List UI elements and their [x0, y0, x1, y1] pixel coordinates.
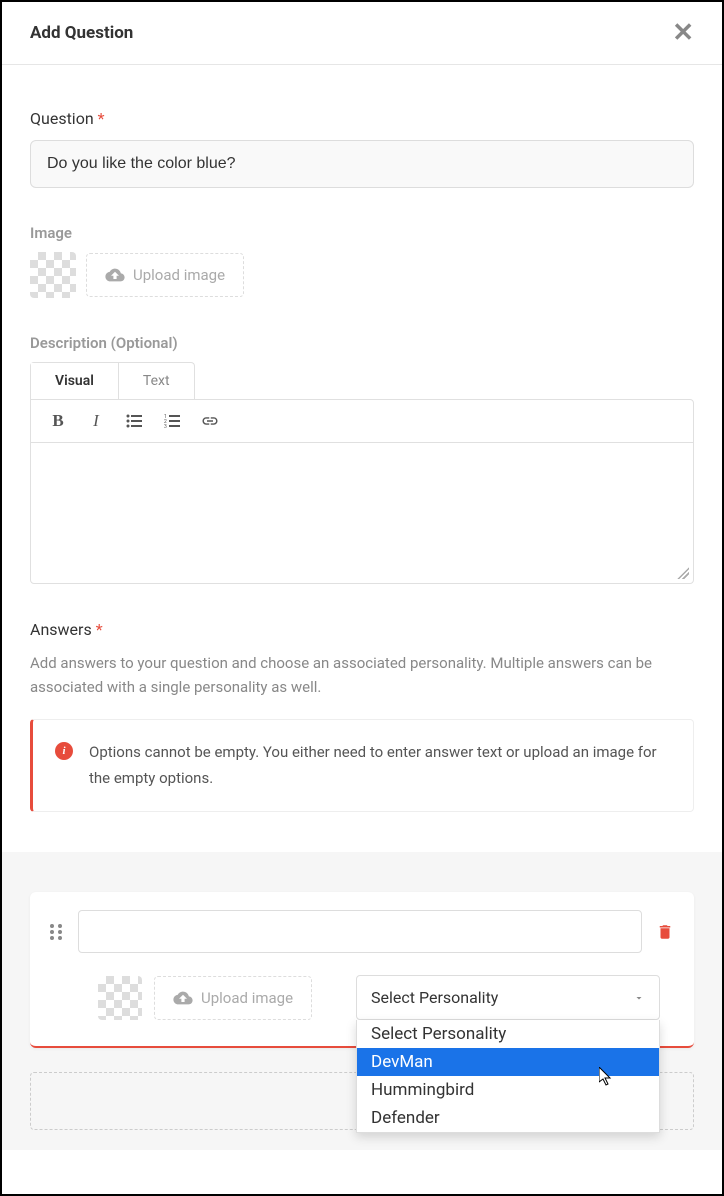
dropdown-option-placeholder[interactable]: Select Personality — [357, 1020, 659, 1048]
svg-text:3: 3 — [164, 424, 167, 429]
answer-image-thumbnail[interactable] — [98, 976, 142, 1020]
answer-bottom-row: Upload image Select Personality Select P… — [50, 975, 674, 1020]
resize-handle[interactable] — [677, 567, 689, 579]
answers-label: Answers * — [30, 620, 694, 639]
cloud-upload-icon — [173, 990, 193, 1006]
numbered-list-icon: 123 — [164, 413, 180, 429]
tab-text[interactable]: Text — [119, 363, 194, 399]
error-text: Options cannot be empty. You either need… — [89, 740, 671, 791]
upload-image-button[interactable]: Upload image — [86, 253, 244, 297]
answer-card: Upload image Select Personality Select P… — [30, 892, 694, 1048]
image-upload-row: Upload image — [30, 252, 694, 298]
error-alert: i Options cannot be empty. You either ne… — [30, 719, 694, 812]
chevron-down-icon — [633, 992, 645, 1004]
personality-select[interactable]: Select Personality — [356, 975, 660, 1020]
link-icon — [201, 412, 219, 430]
personality-dropdown: Select Personality DevMan Hummingbird De… — [356, 1020, 660, 1133]
dropdown-option-defender[interactable]: Defender — [357, 1104, 659, 1132]
tab-visual[interactable]: Visual — [31, 363, 119, 399]
required-indicator: * — [96, 620, 103, 639]
question-label: Question * — [30, 109, 694, 128]
info-icon: i — [55, 742, 73, 760]
image-label: Image — [30, 224, 694, 242]
bullet-list-icon — [126, 413, 142, 429]
editor-textarea[interactable] — [31, 443, 693, 583]
answer-upload-image-button[interactable]: Upload image — [154, 976, 312, 1020]
answers-help-text: Add answers to your question and choose … — [30, 651, 694, 699]
required-indicator: * — [98, 109, 105, 128]
italic-button[interactable]: I — [87, 412, 105, 430]
upload-image-label: Upload image — [133, 266, 225, 284]
question-input[interactable] — [30, 140, 694, 188]
dropdown-option-hummingbird[interactable]: Hummingbird — [357, 1076, 659, 1104]
editor: B I 123 — [30, 399, 694, 584]
bullet-list-button[interactable] — [125, 412, 143, 430]
bold-button[interactable]: B — [49, 412, 67, 430]
answer-upload-label: Upload image — [201, 989, 293, 1007]
personality-select-value: Select Personality — [371, 988, 498, 1007]
link-button[interactable] — [201, 412, 219, 430]
modal-body: Question * Image Upload image Descriptio… — [2, 65, 722, 1150]
delete-answer-button[interactable] — [656, 922, 674, 942]
image-thumbnail[interactable] — [30, 252, 76, 298]
numbered-list-button[interactable]: 123 — [163, 412, 181, 430]
answer-text-input[interactable] — [78, 910, 642, 953]
question-label-text: Question — [30, 109, 94, 128]
dropdown-option-devman[interactable]: DevMan — [357, 1048, 659, 1076]
image-section: Image Upload image — [30, 224, 694, 298]
answers-section: Answers * Add answers to your question a… — [30, 620, 694, 812]
answers-label-text: Answers — [30, 620, 92, 639]
modal-header: Add Question ✕ — [2, 2, 722, 65]
modal-title: Add Question — [30, 23, 133, 43]
cloud-upload-icon — [105, 267, 125, 283]
close-button[interactable]: ✕ — [672, 20, 694, 46]
description-label: Description (Optional) — [30, 334, 694, 352]
answers-list: Upload image Select Personality Select P… — [2, 852, 722, 1150]
description-section: Description (Optional) Visual Text B I 1… — [30, 334, 694, 584]
drag-handle[interactable] — [50, 922, 64, 942]
personality-select-wrap: Select Personality Select Personality De… — [356, 975, 660, 1020]
editor-toolbar: B I 123 — [31, 400, 693, 443]
question-section: Question * — [30, 109, 694, 188]
editor-tabs: Visual Text — [30, 362, 195, 399]
answer-top-row — [50, 910, 674, 953]
